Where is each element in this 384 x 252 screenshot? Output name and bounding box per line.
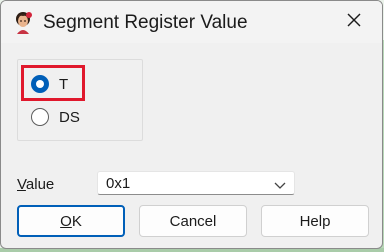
value-dropdown-selected: 0x1: [106, 175, 131, 192]
radio-label-t: T: [59, 75, 69, 93]
ok-mnemonic: O: [60, 212, 72, 230]
chevron-down-icon: [274, 178, 286, 189]
app-portrait-icon: [11, 10, 35, 34]
radio-checked-icon[interactable]: [31, 75, 49, 93]
value-label: Value: [17, 176, 54, 193]
close-button[interactable]: [340, 10, 368, 34]
ok-button[interactable]: OK: [17, 205, 125, 237]
cancel-label: Cancel: [169, 212, 217, 230]
help-button[interactable]: Help: [261, 205, 369, 237]
dialog-title: Segment Register Value: [43, 12, 248, 33]
cancel-button[interactable]: Cancel: [139, 205, 247, 237]
radio-option-ds[interactable]: DS: [31, 106, 80, 128]
segment-register-dialog: Segment Register Value T DS Value 0x1 OK…: [0, 0, 383, 249]
title-bar[interactable]: Segment Register Value: [1, 1, 382, 43]
value-dropdown[interactable]: 0x1: [97, 171, 295, 195]
radio-label-ds: DS: [59, 108, 80, 126]
value-label-rest: alue: [25, 176, 55, 193]
radio-unchecked-icon[interactable]: [31, 108, 49, 126]
radio-option-t[interactable]: T: [31, 73, 68, 95]
close-icon: [346, 12, 362, 33]
ok-rest: K: [71, 212, 82, 230]
value-label-mnemonic: V: [17, 176, 26, 193]
help-label: Help: [299, 212, 331, 230]
